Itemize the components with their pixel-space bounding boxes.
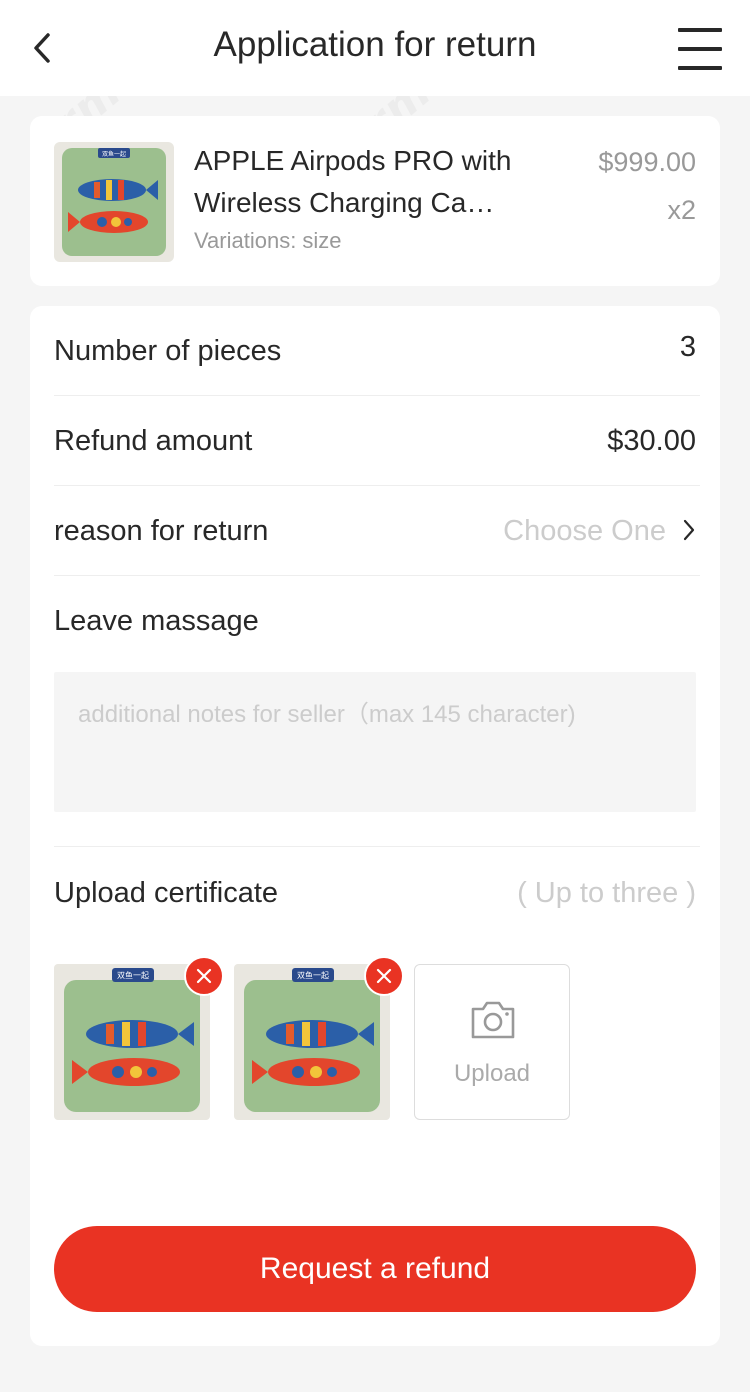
close-icon — [376, 968, 392, 984]
uploaded-image[interactable]: 双鱼一起 — [234, 956, 404, 1120]
return-form: Number of pieces 3 Refund amount $30.00 … — [30, 306, 720, 1346]
refund-amount-row: Refund amount $30.00 — [54, 396, 700, 486]
pieces-value[interactable]: 3 — [680, 328, 696, 366]
close-icon — [196, 968, 212, 984]
hamburger-menu-icon-line — [678, 66, 722, 70]
upload-certificate-label: Upload certificate — [54, 877, 279, 909]
chevron-right-icon — [683, 519, 695, 541]
menu-button[interactable] — [678, 28, 722, 70]
image-tag: 双鱼一起 — [117, 970, 149, 980]
thumbnail-tag: 双鱼一起 — [102, 150, 126, 158]
hamburger-menu-icon-line — [678, 28, 722, 32]
remove-image-button[interactable] — [364, 956, 404, 996]
upload-button-label: Upload — [453, 1060, 531, 1087]
refund-amount-label: Refund amount — [54, 425, 253, 457]
pieces-label: Number of pieces — [54, 335, 282, 367]
top-bar: Application for return — [0, 0, 750, 96]
message-label: Leave massage — [54, 605, 259, 637]
product-variation: Variations: size — [194, 228, 342, 253]
image-tag: 双鱼一起 — [297, 970, 329, 980]
uploaded-image[interactable]: 双鱼一起 — [54, 956, 224, 1120]
hamburger-menu-icon-line — [678, 47, 722, 51]
refund-amount-value: $30.00 — [607, 425, 696, 457]
remove-image-button[interactable] — [184, 956, 224, 996]
return-reason-label: reason for return — [54, 515, 269, 547]
page-title: Application for return — [213, 25, 537, 64]
camera-icon — [471, 1001, 515, 1039]
product-quantity: x2 — [667, 195, 696, 225]
return-reason-placeholder[interactable]: Choose One — [503, 512, 666, 550]
request-refund-button[interactable]: Request a refund — [54, 1226, 696, 1312]
message-input[interactable] — [54, 672, 696, 812]
page: crmeb crmeb crmeb crmeb crmeb crmeb crme… — [0, 0, 750, 1392]
pieces-row: Number of pieces 3 — [54, 306, 700, 396]
upload-image-button[interactable]: Upload — [414, 964, 570, 1120]
product-card: 双鱼一起 APPLE Airpods PRO with Wireless Cha… — [30, 116, 720, 286]
upload-limit-hint: ( Up to three ) — [517, 877, 696, 909]
product-name: APPLE Airpods PRO with Wireless Charging… — [194, 145, 512, 218]
product-thumbnail: 双鱼一起 — [54, 142, 174, 262]
return-reason-row[interactable]: reason for return Choose One — [54, 486, 700, 576]
product-price: $999.00 — [598, 147, 696, 177]
divider — [54, 846, 700, 847]
